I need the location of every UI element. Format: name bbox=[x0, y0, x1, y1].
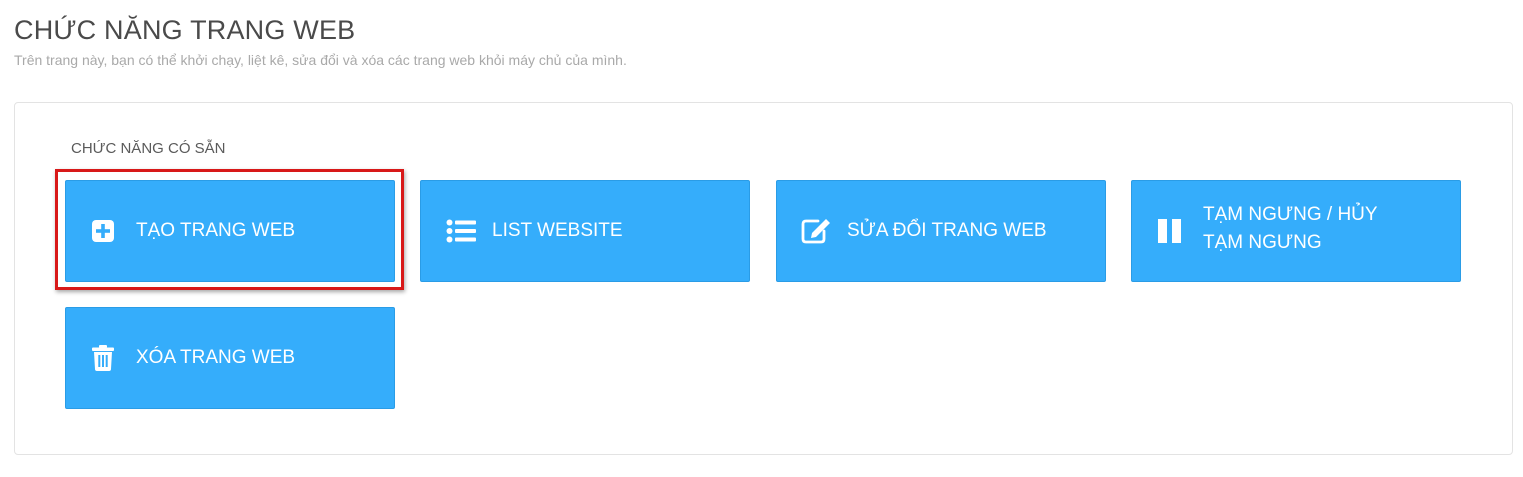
plus-square-icon bbox=[91, 219, 115, 243]
delete-website-label: XÓA TRANG WEB bbox=[136, 347, 296, 368]
edit-website-label: SỬA ĐỔI TRANG WEB bbox=[847, 220, 1047, 241]
delete-website-button[interactable]: XÓA TRANG WEB bbox=[65, 307, 395, 409]
suspend-label-line1: TẠM NGƯNG / HỦY bbox=[1203, 204, 1378, 225]
list-website-label: LIST WEBSITE bbox=[492, 220, 623, 241]
suspend-website-label: TẠM NGƯNG / HỦY TẠM NGƯNG bbox=[1203, 201, 1378, 257]
pause-icon bbox=[1157, 218, 1183, 244]
create-website-button[interactable]: TẠO TRANG WEB bbox=[65, 180, 395, 282]
section-label: CHỨC NĂNG CÓ SẴN bbox=[71, 140, 226, 157]
list-website-button[interactable]: LIST WEBSITE bbox=[420, 180, 750, 282]
edit-website-button[interactable]: SỬA ĐỔI TRANG WEB bbox=[776, 180, 1106, 282]
page-subtitle: Trên trang này, bạn có thể khởi chạy, li… bbox=[14, 52, 627, 68]
list-icon bbox=[446, 219, 476, 243]
suspend-website-button[interactable]: TẠM NGƯNG / HỦY TẠM NGƯNG bbox=[1131, 180, 1461, 282]
trash-icon bbox=[92, 345, 114, 371]
edit-icon bbox=[801, 218, 831, 244]
suspend-label-line2: TẠM NGƯNG bbox=[1203, 232, 1322, 253]
page-title: CHỨC NĂNG TRANG WEB bbox=[14, 15, 356, 45]
create-website-label: TẠO TRANG WEB bbox=[136, 220, 296, 241]
